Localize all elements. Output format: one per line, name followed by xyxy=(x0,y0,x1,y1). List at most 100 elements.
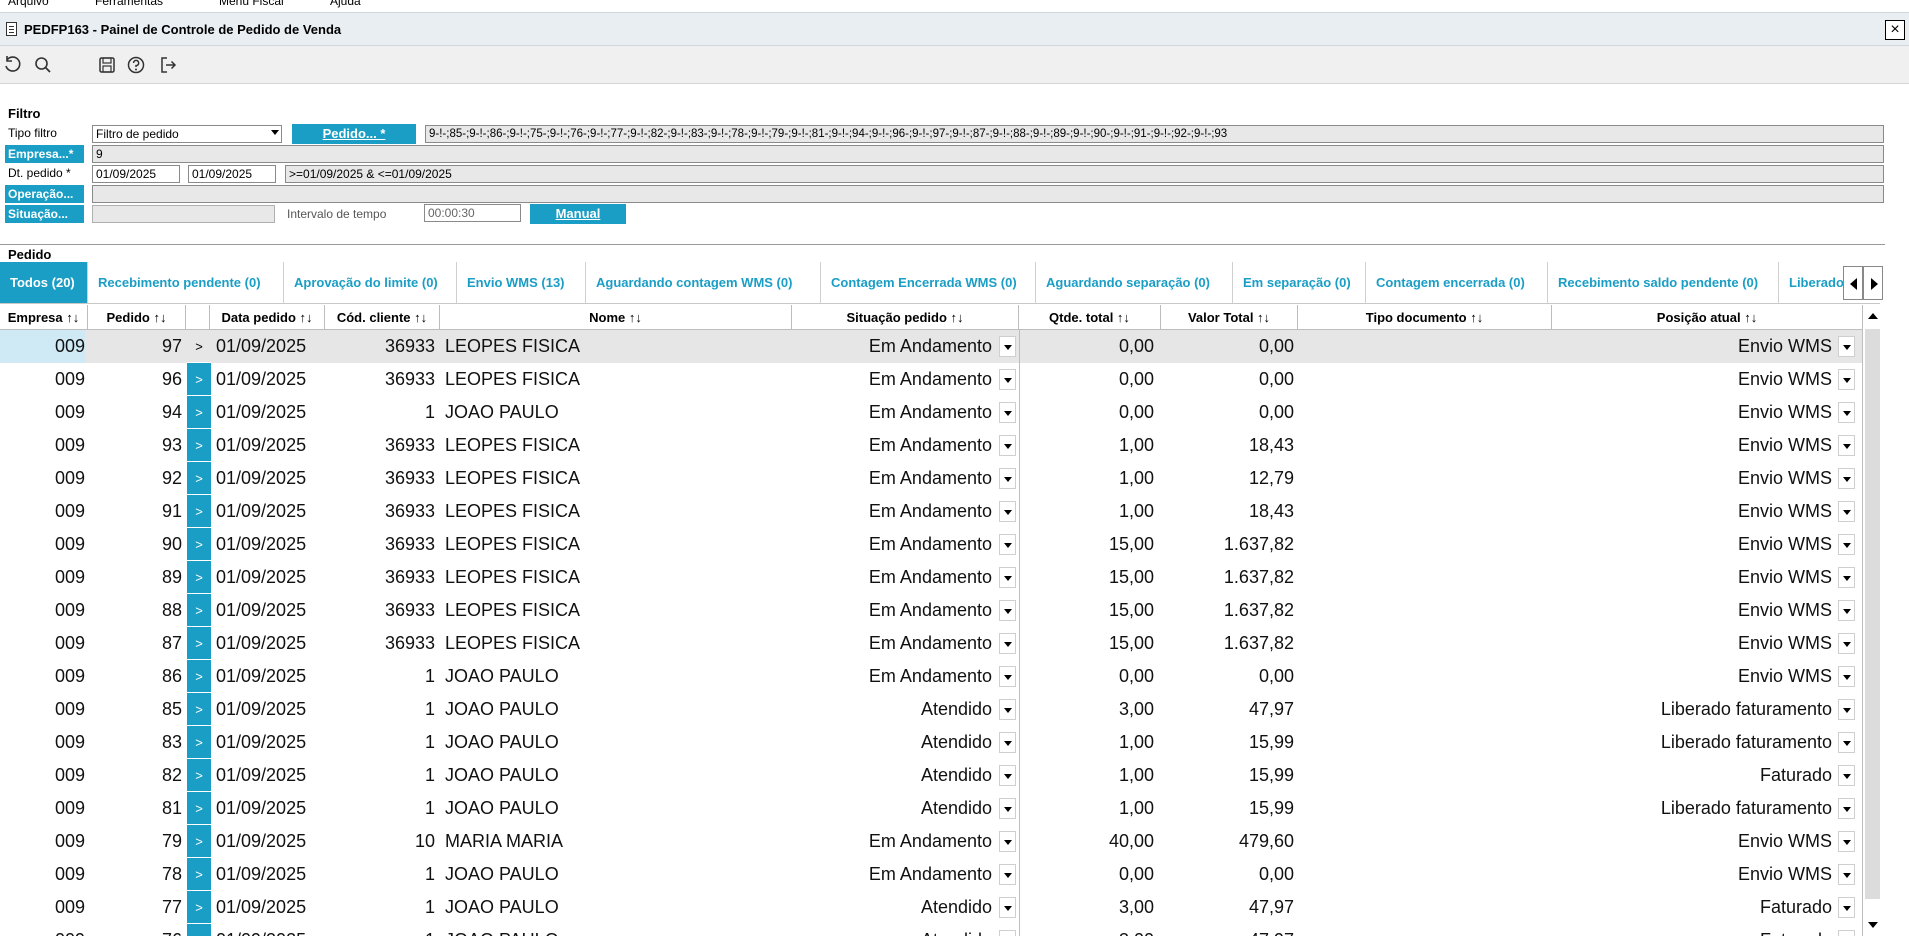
table-row[interactable]: 009 89 01/09/2025 36933 LEOPES FISICA Em Anda… xyxy=(0,561,1862,594)
situacao-button[interactable]: Situação... xyxy=(5,205,84,223)
operacao-button[interactable]: Operação... xyxy=(5,185,84,203)
posicao-dropdown-button[interactable] xyxy=(1838,831,1855,852)
table-row[interactable]: 009 86 01/09/2025 1 JOAO PAULO Em Andamento 0,… xyxy=(0,660,1862,693)
situacao-dropdown-button[interactable] xyxy=(999,930,1016,936)
table-row[interactable]: 009 93 01/09/2025 36933 LEOPES FISICA Em Anda… xyxy=(0,429,1862,462)
operacao-field[interactable] xyxy=(92,185,1884,203)
table-row[interactable]: 009 97 01/09/2025 36933 LEOPES FISICA Em Anda… xyxy=(0,330,1862,363)
posicao-dropdown-button[interactable] xyxy=(1838,501,1855,522)
col-cod-cliente[interactable]: Cód. cliente ↑↓ xyxy=(325,305,440,330)
posicao-dropdown-button[interactable] xyxy=(1838,798,1855,819)
col-tipo-documento[interactable]: Tipo documento ↑↓ xyxy=(1298,305,1552,330)
table-row[interactable]: 009 83 01/09/2025 1 JOAO PAULO Atendido 1,00 15… xyxy=(0,726,1862,759)
situacao-dropdown-button[interactable] xyxy=(999,468,1016,489)
table-row[interactable]: 009 82 01/09/2025 1 JOAO PAULO Atendido 1,00 15… xyxy=(0,759,1862,792)
col-posicao-atual[interactable]: Posição atual ↑↓ xyxy=(1552,305,1862,330)
expand-row-button[interactable]: > xyxy=(187,396,211,429)
table-row[interactable]: 00976 01/09/20251 JOAO PAULOAtendido 3,00 47… xyxy=(0,924,1862,936)
pedido-values-field[interactable]: 9-!-;85-;9-!-;86-;9-!-;75-;9-!-;76-;9-!-… xyxy=(425,125,1884,143)
situacao-dropdown-button[interactable] xyxy=(999,831,1016,852)
situacao-dropdown-button[interactable] xyxy=(999,402,1016,423)
situacao-field[interactable] xyxy=(92,205,275,223)
expand-row-button[interactable]: > xyxy=(187,561,211,594)
posicao-dropdown-button[interactable] xyxy=(1838,765,1855,786)
tab-contagem-encerrada[interactable]: Contagem encerrada (0) xyxy=(1366,262,1548,303)
empresa-field[interactable]: 9 xyxy=(92,145,1884,163)
posicao-dropdown-button[interactable] xyxy=(1838,930,1855,936)
expand-row-button[interactable]: > xyxy=(187,330,211,363)
situacao-dropdown-button[interactable] xyxy=(999,369,1016,390)
table-row[interactable]: 009 88 01/09/2025 36933 LEOPES FISICA Em Anda… xyxy=(0,594,1862,627)
menu-fiscal[interactable]: Menu Fiscal xyxy=(219,0,284,8)
situacao-dropdown-button[interactable] xyxy=(999,666,1016,687)
table-row[interactable]: 009 91 01/09/2025 36933 LEOPES FISICA Em Anda… xyxy=(0,495,1862,528)
dt-from-input[interactable]: 01/09/2025 xyxy=(92,165,180,183)
posicao-dropdown-button[interactable] xyxy=(1838,468,1855,489)
col-data-pedido[interactable]: Data pedido ↑↓ xyxy=(210,305,325,330)
table-row[interactable]: 009 77 01/09/2025 1 JOAO PAULO Atendido 3,00 47… xyxy=(0,891,1862,924)
search-icon[interactable] xyxy=(33,55,53,75)
table-row[interactable]: 009 79 01/09/2025 10 MARIA MARIA Em Andamento… xyxy=(0,825,1862,858)
table-row[interactable]: 009 78 01/09/2025 1 JOAO PAULO Em Andamento 0,… xyxy=(0,858,1862,891)
situacao-dropdown-button[interactable] xyxy=(999,435,1016,456)
expand-row-button[interactable]: > xyxy=(187,594,211,627)
menu-ajuda[interactable]: Ajuda xyxy=(330,0,361,8)
posicao-dropdown-button[interactable] xyxy=(1838,633,1855,654)
situacao-dropdown-button[interactable] xyxy=(999,534,1016,555)
tab-aguardando-contagem-wms[interactable]: Aguardando contagem WMS (0) xyxy=(586,262,821,303)
situacao-dropdown-button[interactable] xyxy=(999,765,1016,786)
col-valor-total[interactable]: Valor Total ↑↓ xyxy=(1161,305,1298,330)
expand-row-button[interactable]: > xyxy=(187,825,211,858)
save-icon[interactable] xyxy=(97,55,117,75)
posicao-dropdown-button[interactable] xyxy=(1838,732,1855,753)
empresa-button[interactable]: Empresa...* xyxy=(5,145,84,163)
tab-scroll-right-button[interactable] xyxy=(1863,266,1883,300)
posicao-dropdown-button[interactable] xyxy=(1838,864,1855,885)
tab-aprovacao-limite[interactable]: Aprovação do limite (0) xyxy=(284,262,457,303)
expand-row-button[interactable]: > xyxy=(187,693,211,726)
col-situacao[interactable]: Situação pedido ↑↓ xyxy=(792,305,1019,330)
expand-row-button[interactable]: > xyxy=(187,924,211,936)
situacao-dropdown-button[interactable] xyxy=(999,633,1016,654)
expand-row-button[interactable]: > xyxy=(187,627,211,660)
tab-contagem-encerrada-wms[interactable]: Contagem Encerrada WMS (0) xyxy=(821,262,1036,303)
tab-todos[interactable]: Todos (20) xyxy=(0,262,88,303)
expand-row-button[interactable]: > xyxy=(187,726,211,759)
expand-row-button[interactable]: > xyxy=(187,858,211,891)
posicao-dropdown-button[interactable] xyxy=(1838,699,1855,720)
intervalo-input[interactable]: 00:00:30 xyxy=(424,204,521,222)
expand-row-button[interactable]: > xyxy=(187,759,211,792)
situacao-dropdown-button[interactable] xyxy=(999,600,1016,621)
col-qtde-total[interactable]: Qtde. total ↑↓ xyxy=(1019,305,1161,330)
posicao-dropdown-button[interactable] xyxy=(1838,336,1855,357)
tab-recebimento-saldo-pendente[interactable]: Recebimento saldo pendente (0) xyxy=(1548,262,1779,303)
expand-row-button[interactable]: > xyxy=(187,462,211,495)
situacao-dropdown-button[interactable] xyxy=(999,336,1016,357)
posicao-dropdown-button[interactable] xyxy=(1838,567,1855,588)
chevron-down-icon[interactable] xyxy=(1868,922,1878,928)
expand-row-button[interactable]: > xyxy=(187,363,211,396)
col-nome[interactable]: Nome ↑↓ xyxy=(440,305,792,330)
manual-button[interactable]: Manual xyxy=(530,204,626,224)
tab-aguardando-separacao[interactable]: Aguardando separação (0) xyxy=(1036,262,1233,303)
situacao-dropdown-button[interactable] xyxy=(999,798,1016,819)
logout-icon[interactable] xyxy=(158,55,178,75)
expand-row-button[interactable]: > xyxy=(187,528,211,561)
posicao-dropdown-button[interactable] xyxy=(1838,600,1855,621)
posicao-dropdown-button[interactable] xyxy=(1838,369,1855,390)
table-row[interactable]: 009 96 01/09/2025 36933 LEOPES FISICA Em Anda… xyxy=(0,363,1862,396)
posicao-dropdown-button[interactable] xyxy=(1838,402,1855,423)
situacao-dropdown-button[interactable] xyxy=(999,699,1016,720)
menu-arquivo[interactable]: Arquivo xyxy=(8,0,49,8)
table-row[interactable]: 009 87 01/09/2025 36933 LEOPES FISICA Em Anda… xyxy=(0,627,1862,660)
table-row[interactable]: 009 85 01/09/2025 1 JOAO PAULO Atendido 3,00 47… xyxy=(0,693,1862,726)
refresh-icon[interactable] xyxy=(3,55,23,75)
table-row[interactable]: 009 94 01/09/2025 1 JOAO PAULO Em Andamento 0,… xyxy=(0,396,1862,429)
tab-envio-wms[interactable]: Envio WMS (13) xyxy=(457,262,586,303)
posicao-dropdown-button[interactable] xyxy=(1838,534,1855,555)
chevron-up-icon[interactable] xyxy=(1868,313,1878,319)
close-button[interactable]: × xyxy=(1885,20,1905,40)
expand-row-button[interactable]: > xyxy=(187,660,211,693)
posicao-dropdown-button[interactable] xyxy=(1838,666,1855,687)
pedido-button[interactable]: Pedido... * xyxy=(292,124,416,144)
